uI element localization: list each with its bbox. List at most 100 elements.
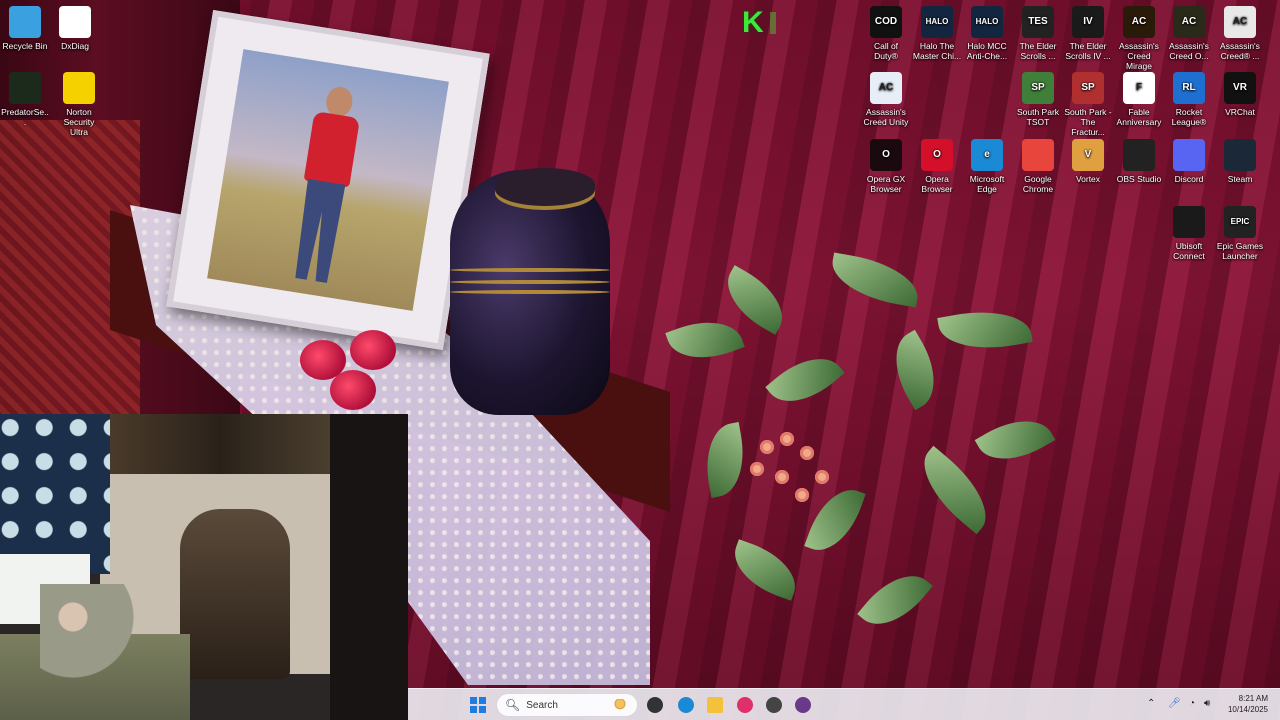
halo-icon: HALO	[921, 6, 953, 38]
desktop-icon-label: Discord	[1174, 174, 1204, 184]
desktop-icon-label: South Park - The Fractur...	[1064, 107, 1112, 137]
desktop-icon-ubisoft[interactable]: Ubisoft Connect	[1164, 206, 1214, 261]
desktop-icon-south-park-fbw[interactable]: SP South Park - The Fractur...	[1063, 72, 1113, 137]
desktop-icon-predator-sense[interactable]: PredatorSe...	[0, 72, 50, 127]
call-of-duty-icon: COD	[870, 6, 902, 38]
desktop-icon-label: PredatorSe...	[1, 107, 49, 127]
discord-icon	[1173, 139, 1205, 171]
vortex-icon: V	[1072, 139, 1104, 171]
desktop-icon-label: Rocket League®	[1171, 107, 1207, 127]
epic-games-icon: EPIC	[1224, 206, 1256, 238]
desktop-icon-chrome[interactable]: Google Chrome	[1013, 139, 1063, 194]
desktop-icon-label: Assassin's Creed O...	[1169, 41, 1209, 61]
show-hidden-icons-chevron-icon[interactable]: ⌃	[1147, 698, 1155, 709]
opera-gx-icon: O	[870, 139, 902, 171]
desktop-icon-fable[interactable]: F Fable Anniversary	[1114, 72, 1164, 127]
desktop-icon-label: Steam	[1227, 174, 1253, 184]
taskbar-task-view-button[interactable]	[644, 694, 666, 716]
start-button[interactable]	[467, 694, 489, 716]
opera-gx-icon	[737, 697, 753, 713]
desktop-icon-rocket-league[interactable]: RL Rocket League®	[1164, 72, 1214, 127]
taskbar-opera-gx-button[interactable]	[734, 694, 756, 716]
taskbar-app-button[interactable]	[763, 694, 785, 716]
task-view-icon	[647, 697, 663, 713]
webcam-overlay	[0, 414, 408, 720]
ac-mirage-icon: AC	[1123, 6, 1155, 38]
ubisoft-icon	[1173, 206, 1205, 238]
desktop-icon-opera[interactable]: O Opera Browser	[912, 139, 962, 194]
desktop-icon-label: Opera GX Browser	[866, 174, 906, 194]
halo-mcc-icon: HALO	[971, 6, 1003, 38]
desktop-icon-label: The Elder Scrolls ...	[1019, 41, 1057, 61]
app-icon	[795, 697, 811, 713]
desktop-icon-label: Assassin's Creed Unity	[863, 107, 909, 127]
windows-logo-icon	[470, 697, 486, 713]
desktop-icon-halo-mcc[interactable]: HALO Halo MCC Anti-Che...	[962, 6, 1012, 61]
desktop-icon-label: The Elder Scrolls IV ...	[1065, 41, 1111, 61]
desktop-icon-label: Microsoft Edge	[969, 174, 1005, 194]
desktop-icon-discord[interactable]: Discord	[1164, 139, 1214, 184]
desktop-icon-obs[interactable]: OBS Studio	[1114, 139, 1164, 184]
ac-origins-icon: AC	[1173, 6, 1205, 38]
desktop-icon-label: Recycle Bin	[2, 41, 48, 51]
desktop-icon-south-park[interactable]: SP South Park TSOT	[1013, 72, 1063, 127]
wallpaper-roses	[300, 330, 420, 410]
volume-icon[interactable]: 🔊︎	[1204, 698, 1210, 709]
rocket-league-icon: RL	[1173, 72, 1205, 104]
taskbar-search[interactable]: 🔍︎ Search	[496, 693, 638, 717]
desktop-icon-steam[interactable]: Steam	[1215, 139, 1265, 184]
wifi-icon[interactable]: ◔	[1189, 698, 1195, 709]
desktop-icon-label: VRChat	[1225, 107, 1255, 117]
desktop-icon-norton[interactable]: Norton Security Ultra	[54, 72, 104, 137]
chrome-icon	[1022, 139, 1054, 171]
elder-scrolls-icon: TES	[1022, 6, 1054, 38]
clock-date: 10/14/2025	[1227, 705, 1268, 714]
desktop-icon-ac-mirage[interactable]: AC Assassin's Creed Mirage	[1114, 6, 1164, 71]
taskbar-file-explorer-button[interactable]	[704, 694, 726, 716]
desktop-icon-label: Ubisoft Connect	[1173, 241, 1205, 261]
wallpaper-photo-frame	[166, 9, 490, 351]
desktop-icon-edge[interactable]: e Microsoft Edge	[962, 139, 1012, 194]
clock-time: 8:21 AM	[1238, 694, 1268, 703]
desktop-icon-epic-games[interactable]: EPIC Epic Games Launcher	[1215, 206, 1265, 261]
microphone-icon[interactable]: 🎤︎	[1168, 698, 1181, 709]
desktop-icon-opera-gx[interactable]: O Opera GX Browser	[861, 139, 911, 194]
edge-icon	[678, 697, 694, 713]
predator-sense-icon	[9, 72, 41, 104]
desktop-icon-label: Epic Games Launcher	[1216, 241, 1264, 261]
opera-icon: O	[921, 139, 953, 171]
edge-icon: e	[971, 139, 1003, 171]
search-icon: 🔍︎	[505, 698, 521, 712]
vrchat-icon: VR	[1224, 72, 1256, 104]
south-park-icon: SP	[1022, 72, 1054, 104]
search-highlight-icon	[609, 699, 631, 711]
steam-icon	[1224, 139, 1256, 171]
overlay-logo: K	[742, 6, 794, 40]
desktop-icon-label: Google Chrome	[1022, 174, 1054, 194]
ac-unity-icon: AC	[870, 72, 902, 104]
desktop-icon-label: Assassin's Creed® ...	[1220, 41, 1260, 61]
norton-icon	[63, 72, 95, 104]
taskbar: 🔍︎ Search ⌃ 🎤︎ ◔ 🔊︎ 8:21 AM 10/14/2025	[408, 688, 1280, 720]
desktop-icon-recycle-bin[interactable]: Recycle Bin	[0, 6, 50, 51]
system-clock[interactable]: 8:21 AM 10/14/2025	[1228, 693, 1268, 715]
desktop-icon-halo[interactable]: HALO Halo The Master Chi...	[912, 6, 962, 61]
app-icon	[766, 697, 782, 713]
desktop-icon-call-of-duty[interactable]: COD Call of Duty®	[861, 6, 911, 61]
taskbar-app-button[interactable]	[792, 694, 814, 716]
desktop-icon-ac-origins[interactable]: AC Assassin's Creed O...	[1164, 6, 1214, 61]
desktop-icon-ac[interactable]: AC Assassin's Creed® ...	[1215, 6, 1265, 61]
desktop-icon-ac-unity[interactable]: AC Assassin's Creed Unity	[861, 72, 911, 127]
desktop-icon-label: South Park TSOT	[1016, 107, 1060, 127]
taskbar-edge-button[interactable]	[675, 694, 697, 716]
ac-icon: AC	[1224, 6, 1256, 38]
file-explorer-icon	[707, 697, 723, 713]
document-icon	[59, 6, 91, 38]
desktop-icon-oblivion[interactable]: IV The Elder Scrolls IV ...	[1063, 6, 1113, 61]
desktop-icon-label: Opera Browser	[921, 174, 953, 194]
desktop-icon-elder-scrolls[interactable]: TES The Elder Scrolls ...	[1013, 6, 1063, 61]
desktop-icon-vrchat[interactable]: VR VRChat	[1215, 72, 1265, 117]
desktop-icon-vortex[interactable]: V Vortex	[1063, 139, 1113, 184]
desktop-icon-document[interactable]: DxDiag	[50, 6, 100, 51]
wallpaper-plant	[630, 200, 1110, 670]
